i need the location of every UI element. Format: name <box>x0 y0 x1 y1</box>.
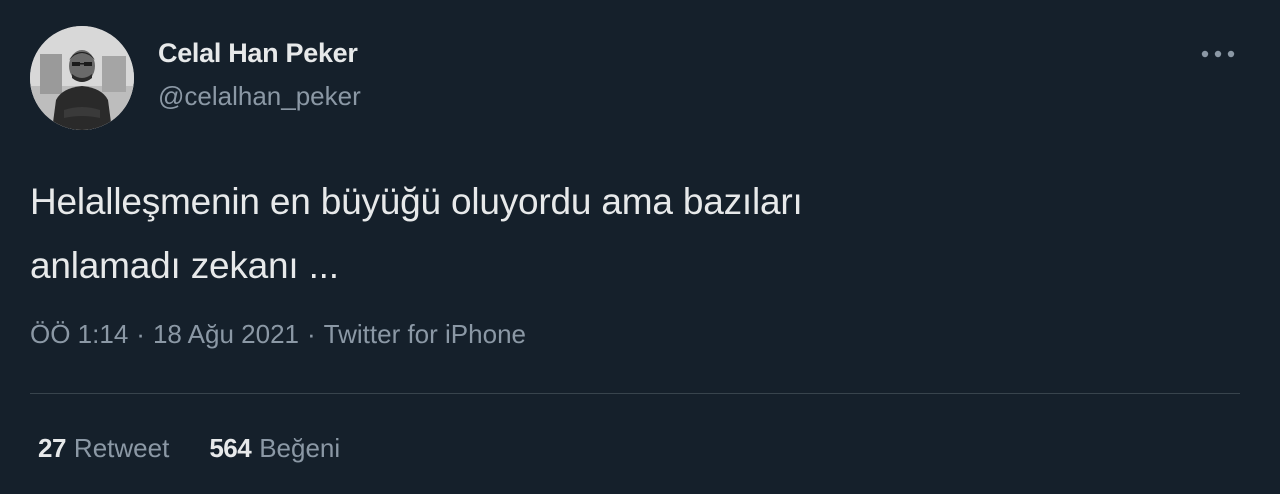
tweet-text-line-2: anlamadı zekanı ... <box>30 245 339 286</box>
avatar-photo <box>30 26 134 130</box>
likes-stat[interactable]: 564 Beğeni <box>209 430 340 466</box>
tweet-time[interactable]: ÖÖ 1:14 <box>30 319 128 349</box>
tweet-meta: ÖÖ 1:14 · 18 Ağu 2021 · Twitter for iPhone <box>30 316 526 352</box>
author-display-name[interactable]: Celal Han Peker <box>158 36 361 70</box>
meta-separator: · <box>136 319 145 349</box>
author-block[interactable]: Celal Han Peker @celalhan_peker <box>158 36 361 112</box>
tweet-card: Celal Han Peker @celalhan_peker Helalleş… <box>0 0 1280 494</box>
author-handle[interactable]: @celalhan_peker <box>158 80 361 112</box>
tweet-text: Helalleşmenin en büyüğü oluyordu ama baz… <box>30 170 1230 298</box>
more-options-button[interactable] <box>1196 40 1240 68</box>
retweets-label: Retweet <box>73 433 170 463</box>
retweets-count: 27 <box>38 433 66 463</box>
tweet-source[interactable]: Twitter for iPhone <box>324 319 526 349</box>
retweets-stat[interactable]: 27 Retweet <box>38 430 169 466</box>
tweet-stats: 27 Retweet 564 Beğeni <box>38 430 380 466</box>
meta-separator: · <box>307 319 316 349</box>
tweet-text-line-1: Helalleşmenin en büyüğü oluyordu ama baz… <box>30 181 803 222</box>
more-horizontal-icon <box>1201 50 1235 58</box>
tweet-date[interactable]: 18 Ağu 2021 <box>153 319 299 349</box>
divider <box>30 393 1240 394</box>
likes-label: Beğeni <box>259 433 341 463</box>
avatar[interactable] <box>30 26 134 130</box>
likes-count: 564 <box>209 433 252 463</box>
